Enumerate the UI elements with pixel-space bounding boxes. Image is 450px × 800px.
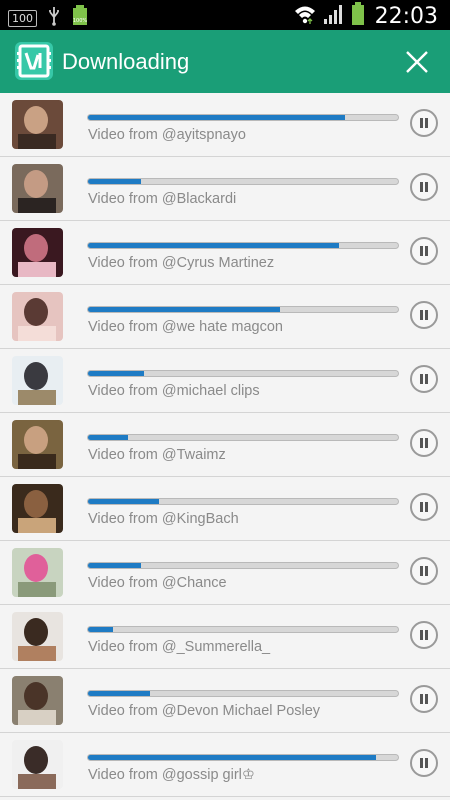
video-thumbnail (12, 484, 63, 533)
app-logo-icon (15, 42, 53, 80)
download-progress-fill (88, 755, 377, 760)
download-progress-bar (87, 754, 399, 761)
pause-button[interactable] (410, 173, 438, 201)
download-label: Video from @KingBach (88, 511, 239, 527)
wifi-icon (293, 3, 317, 30)
download-progress-fill (88, 115, 346, 120)
download-progress-fill (88, 563, 141, 568)
pause-button[interactable] (410, 685, 438, 713)
download-item[interactable]: Video from @_Summerella_ (0, 605, 450, 669)
download-progress-fill (88, 243, 340, 248)
download-progress-fill (88, 435, 129, 440)
pause-button[interactable] (410, 301, 438, 329)
pause-button[interactable] (410, 557, 438, 585)
download-progress-bar (87, 370, 399, 377)
download-item[interactable]: Video from @Cyrus Martinez (0, 221, 450, 285)
battery-full-notification-icon: 100% (71, 5, 89, 32)
video-thumbnail (12, 292, 63, 341)
download-item[interactable]: Video from @michael clips (0, 349, 450, 413)
download-list: Video from @ayitspnayo Video from @Blacka… (0, 93, 450, 800)
download-label: Video from @Cyrus Martinez (88, 255, 275, 271)
download-progress-bar (87, 306, 399, 313)
download-label: Video from @Blackardi (88, 191, 237, 207)
battery-icon (351, 2, 365, 31)
pause-button[interactable] (410, 749, 438, 777)
video-thumbnail (12, 420, 63, 469)
download-progress-bar (87, 242, 399, 249)
download-item[interactable]: Video from @Chance (0, 541, 450, 605)
download-label: Video from @_Summerella_ (88, 639, 271, 655)
close-button[interactable] (404, 49, 430, 75)
video-thumbnail (12, 100, 63, 149)
download-progress-bar (87, 114, 399, 121)
download-label: Video from @we hate magcon (88, 319, 283, 335)
pause-button[interactable] (410, 429, 438, 457)
video-thumbnail (12, 548, 63, 597)
download-progress-fill (88, 179, 141, 184)
pause-button[interactable] (410, 365, 438, 393)
video-thumbnail (12, 612, 63, 661)
video-thumbnail (12, 228, 63, 277)
pause-button[interactable] (410, 109, 438, 137)
video-thumbnail (12, 356, 63, 405)
download-item[interactable]: Video from @Devon Michael Posley (0, 669, 450, 733)
download-item[interactable]: Video from @Twaimz (0, 413, 450, 477)
download-progress-fill (88, 307, 281, 312)
pause-button[interactable] (410, 621, 438, 649)
download-progress-fill (88, 499, 160, 504)
download-item[interactable]: Video from @we hate magcon (0, 285, 450, 349)
video-thumbnail (12, 676, 63, 725)
download-progress-bar (87, 434, 399, 441)
download-progress-fill (88, 627, 113, 632)
download-item[interactable]: Video from @gossip girl♔ (0, 733, 450, 797)
download-label: Video from @michael clips (88, 383, 260, 399)
battery-notification-label: 100% (73, 18, 88, 24)
pause-button[interactable] (410, 493, 438, 521)
app-bar: Downloading (0, 30, 450, 93)
download-progress-bar (87, 690, 399, 697)
status-bar: 100 100% 22:03 (0, 0, 450, 30)
download-progress-bar (87, 562, 399, 569)
close-icon (406, 51, 428, 73)
page-title: Downloading (62, 49, 190, 74)
download-item[interactable]: Video from @ayitspnayo (0, 93, 450, 157)
video-thumbnail (12, 164, 63, 213)
download-label: Video from @ayitspnayo (88, 127, 246, 143)
download-label: Video from @Devon Michael Posley (88, 703, 321, 719)
download-label: Video from @Twaimz (88, 447, 226, 463)
notification-badge: 100 (8, 10, 37, 27)
download-progress-bar (87, 178, 399, 185)
download-progress-fill (88, 691, 150, 696)
clock: 22:03 (374, 4, 438, 29)
download-progress-bar (87, 498, 399, 505)
usb-icon (47, 6, 61, 31)
download-item[interactable]: Video from @KingBach (0, 477, 450, 541)
download-progress-bar (87, 626, 399, 633)
download-item[interactable]: Video from @Blackardi (0, 157, 450, 221)
signal-icon (323, 3, 345, 30)
pause-button[interactable] (410, 237, 438, 265)
download-progress-fill (88, 371, 144, 376)
download-label: Video from @gossip girl♔ (88, 767, 255, 783)
download-label: Video from @Chance (88, 575, 227, 591)
video-thumbnail (12, 740, 63, 789)
